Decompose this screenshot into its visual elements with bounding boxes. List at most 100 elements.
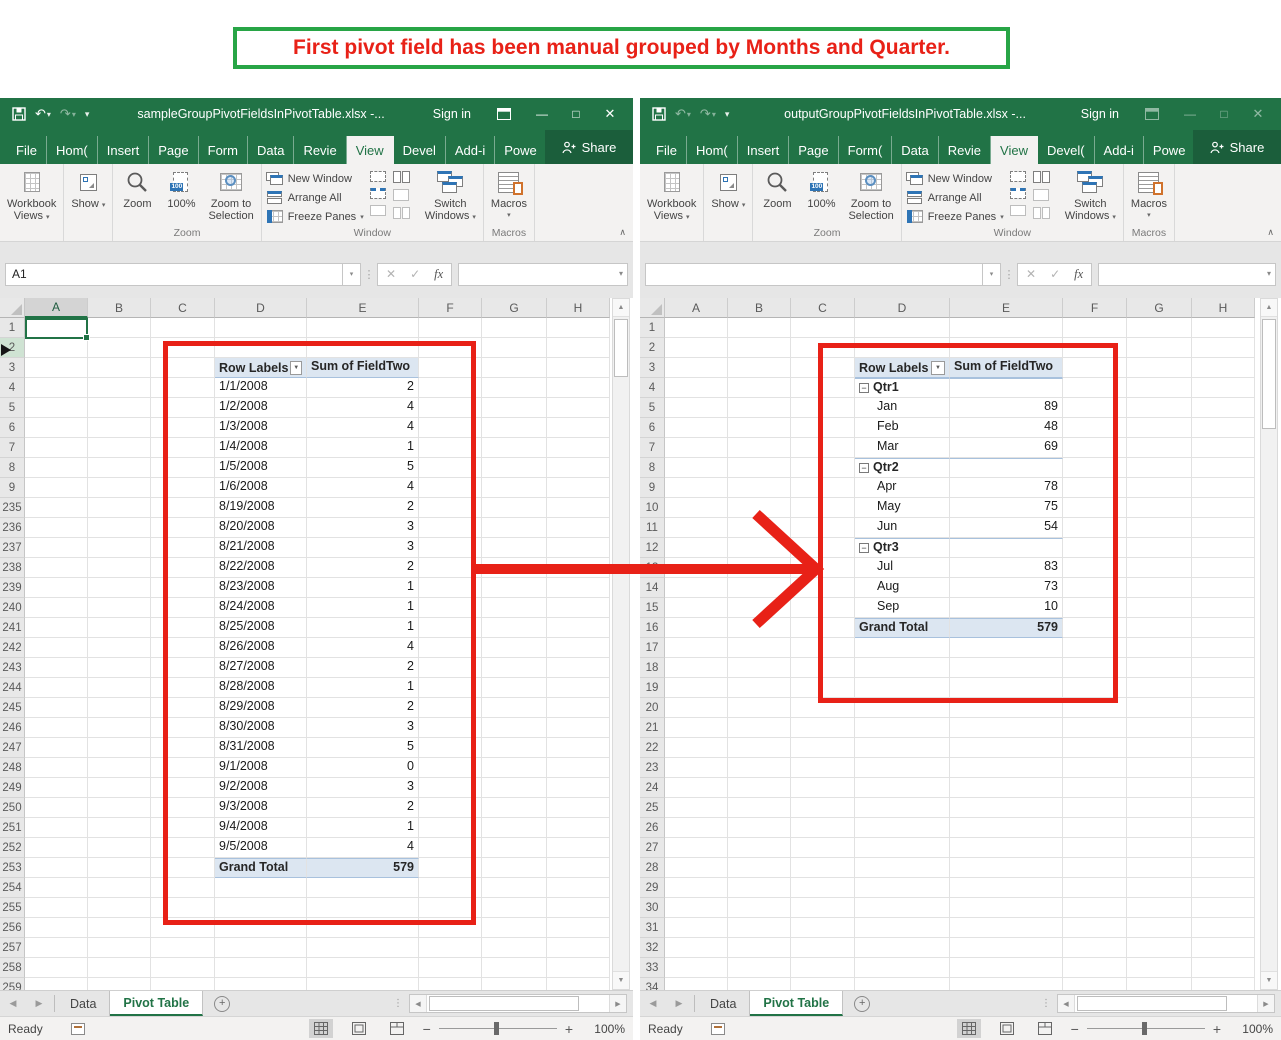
cell-A34[interactable] xyxy=(665,978,728,990)
cell-G236[interactable] xyxy=(482,518,547,538)
ribbon-tab-page[interactable]: Page xyxy=(789,136,838,164)
cell-G19[interactable] xyxy=(1127,678,1192,698)
cell-H3[interactable] xyxy=(547,358,610,378)
cell-E242[interactable]: 4 xyxy=(307,638,419,658)
cell-E18[interactable] xyxy=(950,658,1063,678)
select-all-button[interactable] xyxy=(0,298,25,318)
cell-A19[interactable] xyxy=(665,678,728,698)
sheet-nav-left-icon[interactable]: ◀ xyxy=(640,991,666,1016)
cell-C4[interactable] xyxy=(151,378,215,398)
cell-E32[interactable] xyxy=(950,938,1063,958)
zoom-slider-thumb[interactable] xyxy=(1142,1022,1147,1035)
cell-B1[interactable] xyxy=(88,318,151,338)
cell-E8[interactable]: 5 xyxy=(307,458,419,478)
cell-H241[interactable] xyxy=(547,618,610,638)
ribbon-tab-form[interactable]: Form xyxy=(199,136,248,164)
cell-C240[interactable] xyxy=(151,598,215,618)
cell-H10[interactable] xyxy=(1192,498,1255,518)
cell-D14[interactable]: Aug xyxy=(855,578,950,598)
cell-F29[interactable] xyxy=(1063,878,1127,898)
cell-F25[interactable] xyxy=(1063,798,1127,818)
cell-C7[interactable] xyxy=(151,438,215,458)
ribbon-tab-devel[interactable]: Devel( xyxy=(1038,136,1095,164)
cell-G259[interactable] xyxy=(482,978,547,990)
cell-D1[interactable] xyxy=(855,318,950,338)
cell-E245[interactable]: 2 xyxy=(307,698,419,718)
cell-C8[interactable] xyxy=(151,458,215,478)
cell-H18[interactable] xyxy=(1192,658,1255,678)
cell-B252[interactable] xyxy=(88,838,151,858)
cell-B4[interactable] xyxy=(728,378,791,398)
sheet-nav-right-icon[interactable]: ▶ xyxy=(26,991,52,1016)
cell-A9[interactable] xyxy=(665,478,728,498)
split-icon[interactable] xyxy=(1010,171,1026,182)
cell-C32[interactable] xyxy=(791,938,855,958)
cell-H5[interactable] xyxy=(1192,398,1255,418)
cell-B6[interactable] xyxy=(88,418,151,438)
column-header-G[interactable]: G xyxy=(482,298,547,318)
scroll-down-icon[interactable]: ▼ xyxy=(1261,971,1277,989)
cell-F257[interactable] xyxy=(419,938,482,958)
cell-F22[interactable] xyxy=(1063,738,1127,758)
cell-H9[interactable] xyxy=(547,478,610,498)
cell-G244[interactable] xyxy=(482,678,547,698)
cell-A16[interactable] xyxy=(665,618,728,638)
cell-C13[interactable] xyxy=(791,558,855,578)
cell-G9[interactable] xyxy=(482,478,547,498)
cell-E235[interactable]: 2 xyxy=(307,498,419,518)
cell-A4[interactable] xyxy=(25,378,88,398)
cell-C257[interactable] xyxy=(151,938,215,958)
cell-D1[interactable] xyxy=(215,318,307,338)
cell-G235[interactable] xyxy=(482,498,547,518)
switch-windows-button[interactable]: Switch Windows ▾ xyxy=(420,166,481,224)
cell-E3[interactable]: Sum of FieldTwo xyxy=(307,358,419,378)
cell-G28[interactable] xyxy=(1127,858,1192,878)
cell-A28[interactable] xyxy=(665,858,728,878)
formula-bar-expand-icon[interactable]: ▾ xyxy=(1267,269,1271,278)
cell-F258[interactable] xyxy=(419,958,482,978)
cell-D255[interactable] xyxy=(215,898,307,918)
cell-G247[interactable] xyxy=(482,738,547,758)
cell-A7[interactable] xyxy=(25,438,88,458)
cell-H9[interactable] xyxy=(1192,478,1255,498)
cell-F27[interactable] xyxy=(1063,838,1127,858)
cell-F15[interactable] xyxy=(1063,598,1127,618)
cell-C15[interactable] xyxy=(791,598,855,618)
cell-B9[interactable] xyxy=(728,478,791,498)
cell-C9[interactable] xyxy=(151,478,215,498)
column-header-E[interactable]: E xyxy=(307,298,419,318)
cell-H243[interactable] xyxy=(547,658,610,678)
horizontal-scrollbar[interactable]: ◀ ▶ xyxy=(1057,994,1275,1013)
cell-B7[interactable] xyxy=(88,438,151,458)
row-header-25[interactable]: 25 xyxy=(640,798,665,818)
cell-G20[interactable] xyxy=(1127,698,1192,718)
cell-D252[interactable]: 9/5/2008 xyxy=(215,838,307,858)
row-header-237[interactable]: 237 xyxy=(0,538,25,558)
cell-A3[interactable] xyxy=(665,358,728,378)
row-header-31[interactable]: 31 xyxy=(640,918,665,938)
cell-C7[interactable] xyxy=(791,438,855,458)
cell-F256[interactable] xyxy=(419,918,482,938)
row-header-2[interactable]: 2 xyxy=(640,338,665,358)
cell-D34[interactable] xyxy=(855,978,950,990)
cell-E236[interactable]: 3 xyxy=(307,518,419,538)
cell-D31[interactable] xyxy=(855,918,950,938)
row-header-239[interactable]: 239 xyxy=(0,578,25,598)
cell-B1[interactable] xyxy=(728,318,791,338)
vertical-scrollbar[interactable]: ▲ ▼ xyxy=(1260,298,1278,990)
qat-customize-button[interactable]: ▾ xyxy=(725,109,730,120)
cell-F10[interactable] xyxy=(1063,498,1127,518)
cell-H4[interactable] xyxy=(547,378,610,398)
cell-C26[interactable] xyxy=(791,818,855,838)
cell-D27[interactable] xyxy=(855,838,950,858)
cell-E9[interactable]: 4 xyxy=(307,478,419,498)
save-icon[interactable] xyxy=(652,107,666,121)
cell-A30[interactable] xyxy=(665,898,728,918)
cell-C34[interactable] xyxy=(791,978,855,990)
zoom-to-selection-button[interactable]: Zoom to Selection xyxy=(203,166,258,222)
cell-D17[interactable] xyxy=(855,638,950,658)
cell-G5[interactable] xyxy=(1127,398,1192,418)
cell-F6[interactable] xyxy=(1063,418,1127,438)
cell-C2[interactable] xyxy=(791,338,855,358)
cell-D249[interactable]: 9/2/2008 xyxy=(215,778,307,798)
